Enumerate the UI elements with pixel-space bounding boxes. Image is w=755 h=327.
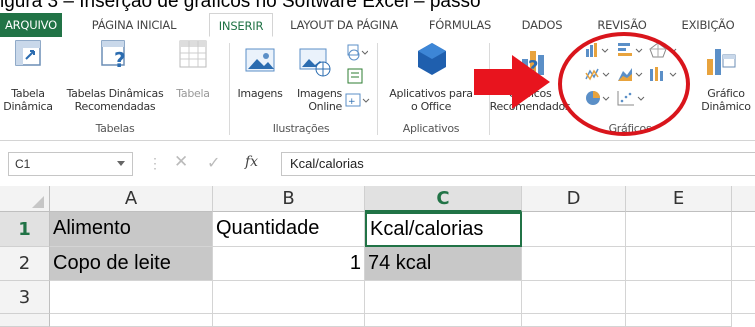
tab-arquivo[interactable]: ARQUIVO [0, 13, 62, 37]
cell-c2[interactable]: 74 kcal [365, 247, 522, 281]
tab-inserir[interactable]: INSERIR [209, 13, 273, 37]
cell-a1[interactable]: Alimento [50, 212, 213, 247]
confirm-icon[interactable]: ✓ [207, 153, 220, 173]
screenshot-icon[interactable]: + [344, 91, 370, 109]
tabelas-dinamicas-recomendadas-button[interactable]: ? Tabelas Dinâmicas Recomendadas [62, 39, 168, 119]
select-all-icon [32, 196, 44, 208]
worksheet-grid: A B C D E 1 2 3 Alimento Quantidade Kcal… [0, 186, 755, 327]
group-aplicativos-label: Aplicativos [402, 122, 460, 135]
tabelas-recomendadas-label: Tabelas Dinâmicas Recomendadas [66, 87, 164, 113]
cell-e3[interactable] [626, 281, 732, 314]
tabela-button[interactable]: Tabela [168, 39, 218, 119]
imagens-online-label: Imagens Online [296, 87, 342, 113]
formula-input[interactable]: Kcal/calorias [281, 152, 755, 176]
cell-b1[interactable]: Quantidade [213, 212, 365, 247]
chevron-down-icon[interactable] [116, 160, 126, 168]
table-icon [179, 40, 207, 68]
pivot-table-icon [15, 40, 41, 66]
pivot-chart-icon [707, 49, 736, 75]
select-all-corner[interactable] [0, 186, 50, 212]
cell-e1[interactable] [626, 212, 732, 247]
column-header-e[interactable]: E [626, 186, 732, 212]
red-circle-annotation [558, 32, 690, 136]
tab-layout-da-pagina[interactable]: LAYOUT DA PÁGINA [280, 13, 408, 37]
tabela-dinamica-label: Tabela Dinâmica [3, 87, 53, 113]
cell-a4[interactable] [50, 314, 213, 327]
name-box[interactable]: C1 [8, 152, 133, 176]
online-pictures-icon [299, 48, 331, 77]
imagens-online-button[interactable]: Imagens Online [286, 39, 342, 119]
cancel-icon[interactable]: ✕ [174, 152, 188, 172]
cell-e4[interactable] [626, 314, 732, 327]
cell-f3[interactable] [732, 281, 755, 314]
pictures-icon [245, 48, 275, 72]
cell-c3[interactable] [365, 281, 522, 314]
group-separator [377, 43, 378, 135]
tab-formulas[interactable]: FÓRMULAS [418, 13, 502, 37]
aplicativos-office-label: Aplicativos para o Office [389, 87, 473, 113]
column-header-d[interactable]: D [522, 186, 626, 212]
cell-f1[interactable] [732, 212, 755, 247]
formula-bar-divider: ⋮ [148, 155, 162, 171]
group-tabelas-label: Tabelas [95, 122, 135, 135]
cell-a3[interactable] [50, 281, 213, 314]
cell-a2[interactable]: Copo de leite [50, 247, 213, 281]
svg-text:+: + [348, 97, 356, 107]
cell-d1[interactable] [522, 212, 626, 247]
column-header-b[interactable]: B [213, 186, 365, 212]
column-header-a[interactable]: A [50, 186, 213, 212]
aplicativos-office-button[interactable]: Aplicativos para o Office [382, 39, 480, 119]
tabela-dinamica-button[interactable]: Tabela Dinâmica [3, 39, 53, 119]
tabela-label: Tabela [176, 87, 210, 100]
cell-d3[interactable] [522, 281, 626, 314]
grafico-dinamico-button[interactable]: Gráfico Dinâmico [695, 39, 755, 119]
row-header-2[interactable]: 2 [0, 247, 50, 281]
shapes-icon[interactable] [344, 43, 368, 61]
cell-b4[interactable] [213, 314, 365, 327]
figure-caption: igura 3 – Inserção de gráficos no Softwa… [0, 0, 481, 12]
group-ilustracoes-label: Ilustrações [272, 122, 330, 135]
red-arrow-annotation [474, 55, 550, 109]
smartart-icon[interactable] [346, 67, 366, 85]
row-header-4[interactable] [0, 314, 50, 327]
cell-f2[interactable] [732, 247, 755, 281]
cell-d2[interactable] [522, 247, 626, 281]
tab-pagina-inicial[interactable]: PÁGINA INICIAL [74, 13, 194, 37]
ribbon: Tabela Dinâmica ? Tabelas Dinâmicas Reco… [0, 32, 755, 141]
cell-b2[interactable]: 1 [213, 247, 365, 281]
svg-text:?: ? [114, 48, 126, 69]
cell-c1[interactable]: Kcal/calorias [365, 212, 522, 247]
imagens-button[interactable]: Imagens [236, 39, 284, 119]
group-separator [229, 43, 230, 135]
column-header-c[interactable]: C [365, 186, 522, 212]
insert-function-icon[interactable]: fx [245, 154, 258, 170]
formula-bar: C1 ⋮ ✕ ✓ fx Kcal/calorias [0, 149, 755, 179]
grafico-dinamico-label: Gráfico Dinâmico [701, 87, 751, 113]
cell-b3[interactable] [213, 281, 365, 314]
cell-c4[interactable] [365, 314, 522, 327]
office-apps-icon [418, 43, 446, 75]
row-header-3[interactable]: 3 [0, 281, 50, 314]
column-header-f[interactable] [732, 186, 755, 212]
recommended-pivot-icon: ? [101, 40, 126, 69]
row-header-1[interactable]: 1 [0, 212, 50, 247]
cell-d4[interactable] [522, 314, 626, 327]
cell-e2[interactable] [626, 247, 732, 281]
